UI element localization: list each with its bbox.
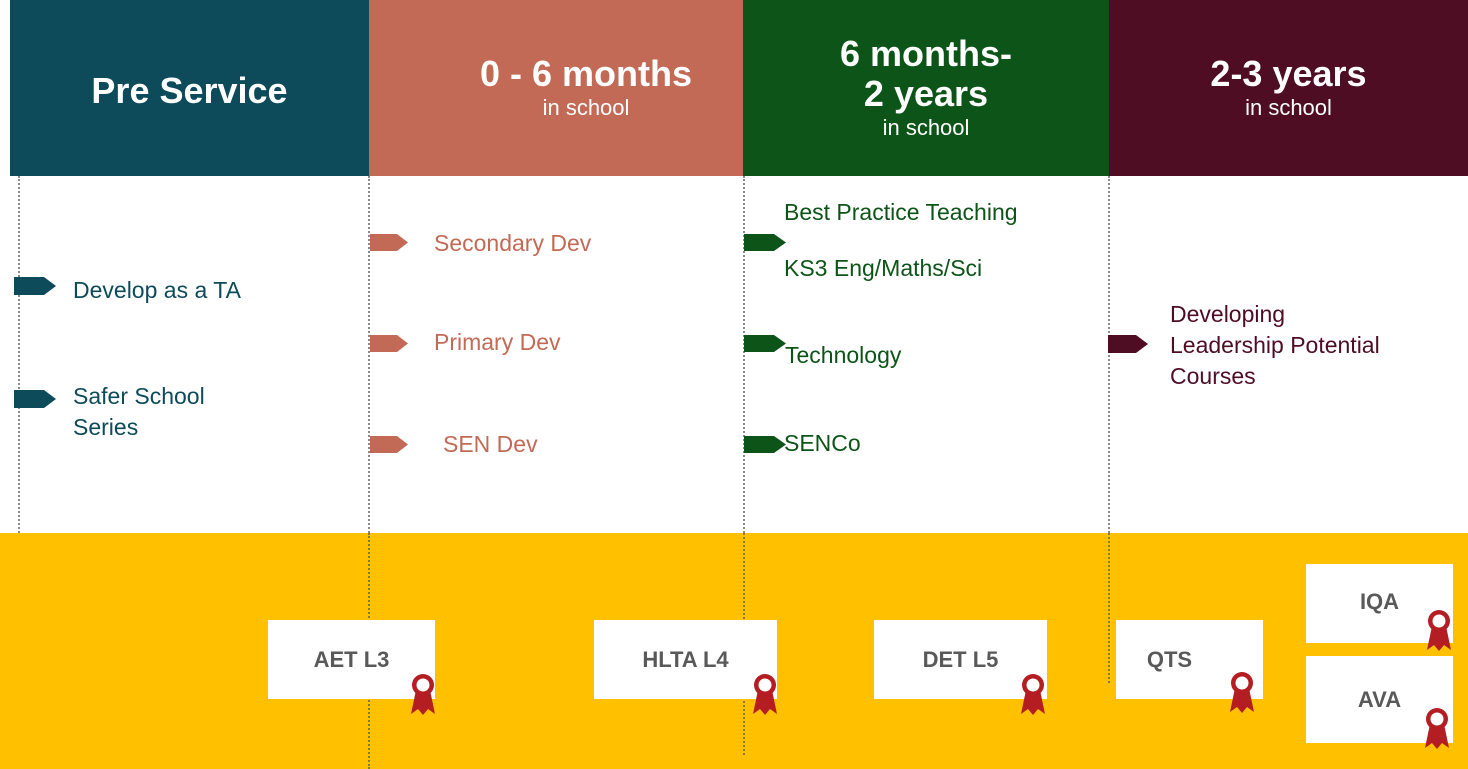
- header-title: 6 months- 2 years: [839, 33, 1012, 114]
- arrow-marker-icon: [744, 234, 786, 251]
- header-pre-service: Pre Service: [10, 0, 369, 176]
- arrow-marker-icon: [370, 234, 408, 251]
- arrow-marker-icon: [14, 277, 56, 295]
- arrow-marker-icon: [744, 436, 786, 453]
- award-ribbon-icon: [753, 674, 777, 715]
- course-senco: SENCo: [784, 430, 861, 456]
- arrow-marker-icon: [744, 335, 786, 352]
- course-develop-as-ta: Develop as a TA: [73, 277, 241, 303]
- course-best-practice-teaching: Best Practice Teaching: [784, 199, 1018, 225]
- course-primary-dev: Primary Dev: [434, 329, 561, 355]
- header-subtitle: in school: [882, 115, 970, 140]
- arrow-marker-icon: [1108, 335, 1148, 353]
- course-developing-leadership: Developing Leadership Potential Courses: [1170, 301, 1380, 389]
- divider-line: [1108, 533, 1110, 683]
- arrow-marker-icon: [370, 335, 408, 352]
- header-title: Pre Service: [91, 70, 288, 111]
- qualification-label: AVA: [1357, 686, 1402, 712]
- header-0-6-months: 0 - 6 months in school: [369, 0, 743, 176]
- arrow-marker-icon: [370, 436, 408, 453]
- award-ribbon-icon: [1230, 672, 1254, 713]
- header-subtitle: in school: [1245, 95, 1332, 120]
- course-secondary-dev: Secondary Dev: [434, 230, 592, 256]
- award-ribbon-icon: [1021, 674, 1045, 715]
- course-technology: Technology: [785, 342, 902, 368]
- qualification-label: DET L5: [922, 646, 999, 672]
- arrow-marker-icon: [14, 390, 56, 408]
- award-ribbon-icon: [1425, 708, 1449, 749]
- qualification-label: IQA: [1359, 588, 1400, 614]
- award-ribbon-icon: [1427, 610, 1451, 651]
- course-safer-school-series: Safer School Series: [73, 383, 205, 440]
- qualification-label: HLTA L4: [642, 646, 729, 672]
- award-ribbon-icon: [411, 674, 435, 715]
- header-6-months-2-years: 6 months- 2 years in school: [743, 0, 1109, 176]
- header-title: 2-3 years: [1210, 53, 1367, 94]
- header-2-3-years: 2-3 years in school: [1109, 0, 1468, 176]
- qualification-label: QTS: [1146, 646, 1193, 672]
- header-title: 0 - 6 months: [479, 53, 693, 94]
- qualification-label: AET L3: [313, 646, 390, 672]
- course-sen-dev: SEN Dev: [443, 431, 538, 457]
- course-ks3-eng-maths-sci: KS3 Eng/Maths/Sci: [784, 255, 983, 281]
- header-subtitle: in school: [542, 95, 630, 120]
